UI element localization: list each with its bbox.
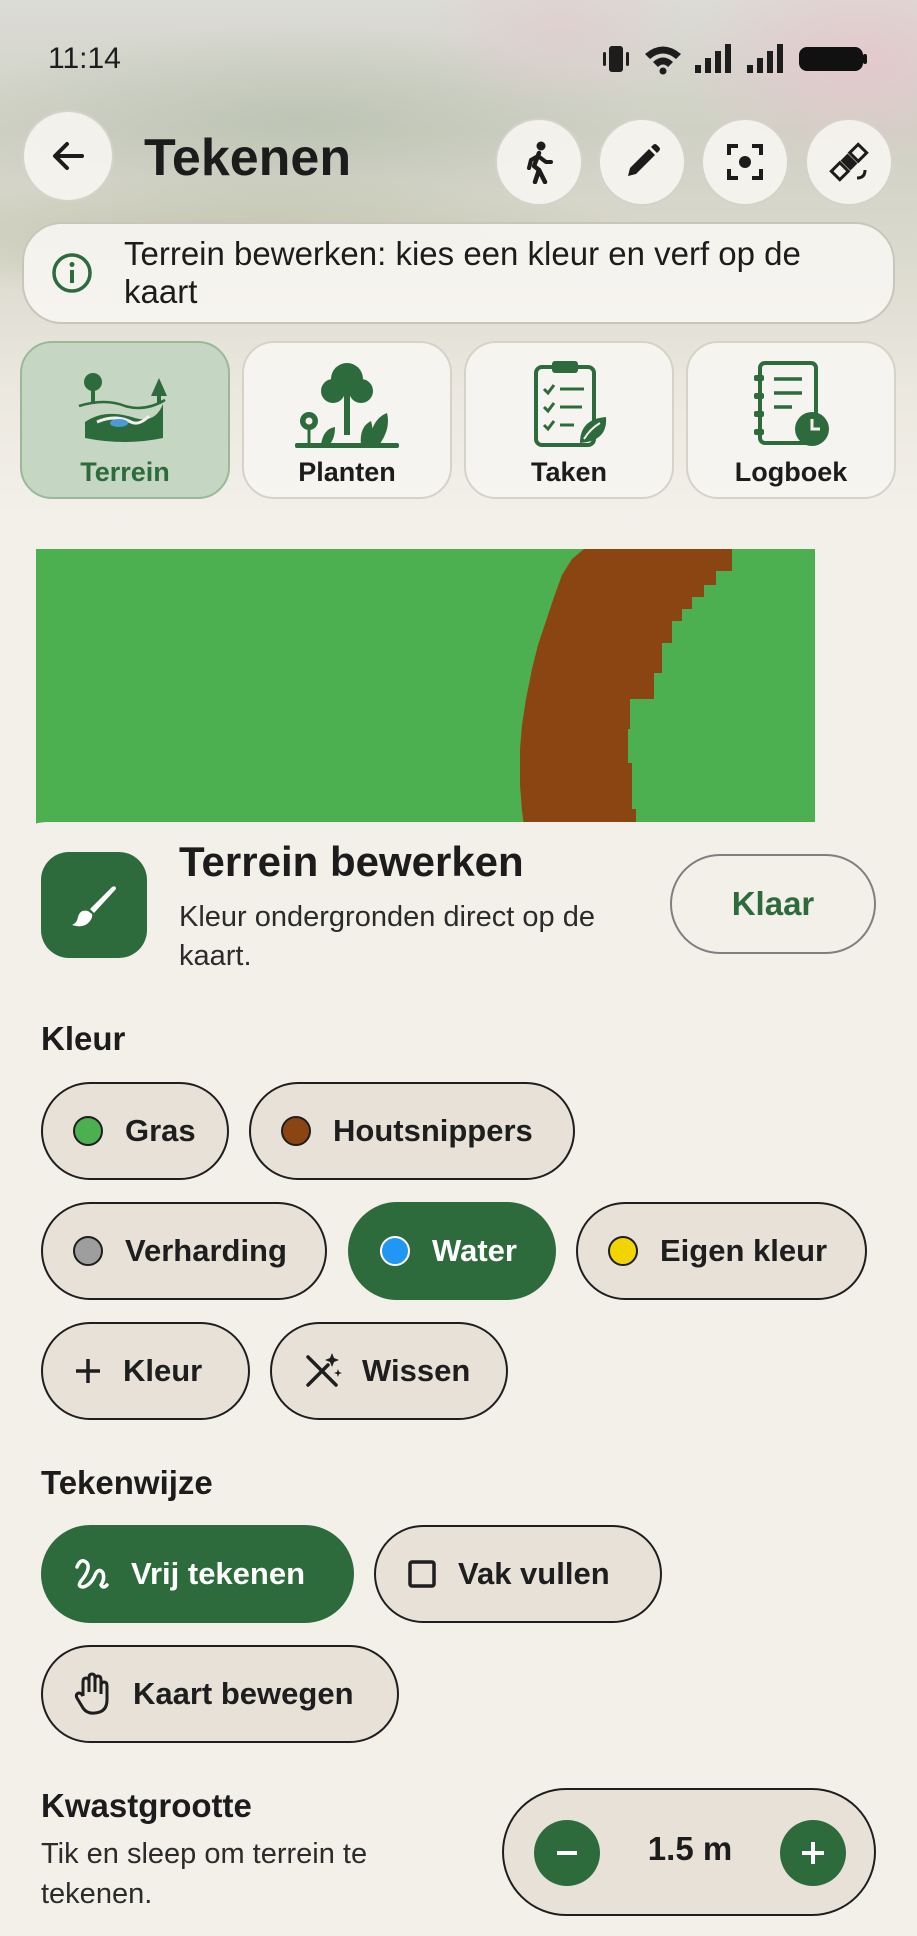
info-banner: Terrein bewerken: kies een kleur en verf… bbox=[22, 222, 895, 324]
status-icons bbox=[599, 43, 869, 75]
done-button[interactable]: Klaar bbox=[670, 854, 876, 954]
tab-planten[interactable]: Planten bbox=[242, 341, 452, 499]
swatch-dot bbox=[73, 1116, 103, 1146]
minus-icon bbox=[557, 1851, 577, 1855]
wand-off-icon bbox=[302, 1351, 342, 1391]
plus-icon bbox=[73, 1356, 103, 1386]
tab-label: Terrein bbox=[80, 457, 170, 487]
recenter-button[interactable] bbox=[701, 118, 789, 206]
chip-label: Vrij tekenen bbox=[131, 1556, 306, 1591]
color-chip-gras[interactable]: Gras bbox=[41, 1082, 229, 1180]
draw-mode-heading: Tekenwijze bbox=[41, 1464, 213, 1501]
squiggle-draw-icon bbox=[73, 1555, 111, 1593]
plants-icon bbox=[295, 363, 399, 448]
info-banner-text: Terrein bewerken: kies een kleur en verf… bbox=[124, 235, 801, 310]
terrain-map-canvas[interactable] bbox=[36, 549, 815, 839]
chip-label: Wissen bbox=[362, 1353, 471, 1388]
status-bar: 11:14 bbox=[0, 0, 917, 118]
color-chip-eigen-kleur[interactable]: Eigen kleur bbox=[576, 1202, 867, 1300]
swatch-dot bbox=[380, 1236, 410, 1266]
wifi-icon bbox=[645, 46, 681, 75]
color-chip-water[interactable]: Water bbox=[348, 1202, 556, 1300]
brush-size-value: 1.5 m bbox=[647, 1830, 733, 1867]
signal-icon-2 bbox=[747, 44, 783, 73]
tab-terrein[interactable]: Terrein bbox=[20, 341, 230, 499]
tab-label: Logboek bbox=[734, 457, 848, 487]
back-button[interactable] bbox=[22, 110, 114, 202]
walk-mode-button[interactable] bbox=[495, 118, 583, 206]
tab-label: Planten bbox=[298, 457, 396, 487]
tab-taken[interactable]: Taken bbox=[464, 341, 674, 499]
focus-target-icon bbox=[727, 144, 763, 180]
tool-description: Kleur ondergronden direct op de kaart. bbox=[179, 901, 595, 972]
fill-area-button[interactable]: Vak vullen bbox=[374, 1525, 662, 1623]
satellite-icon bbox=[829, 142, 869, 182]
add-color-button[interactable]: Kleur bbox=[41, 1322, 250, 1420]
brush-size-hint: Tik en sleep om terrein te tekenen. bbox=[41, 1838, 368, 1910]
swatch-dot bbox=[281, 1116, 311, 1146]
top-app-bar: Tekenen bbox=[20, 110, 897, 210]
chip-label: Houtsnippers bbox=[333, 1113, 533, 1148]
info-icon bbox=[52, 253, 92, 293]
battery-icon bbox=[799, 47, 867, 71]
square-outline-icon bbox=[406, 1558, 438, 1590]
plus-icon bbox=[802, 1842, 824, 1864]
status-time: 11:14 bbox=[48, 42, 121, 75]
chip-label: Vak vullen bbox=[458, 1556, 610, 1591]
edit-button[interactable] bbox=[598, 118, 686, 206]
color-chip-verharding[interactable]: Verharding bbox=[41, 1202, 327, 1300]
tab-label: Taken bbox=[530, 457, 608, 487]
paintbrush-icon bbox=[72, 886, 116, 927]
color-section-heading: Kleur bbox=[41, 1020, 126, 1057]
vibrate-icon bbox=[603, 46, 629, 72]
satellite-button[interactable] bbox=[805, 118, 893, 206]
hand-icon bbox=[73, 1672, 113, 1716]
brush-size-stepper: 1.5 m bbox=[502, 1788, 876, 1916]
chip-label: Kleur bbox=[123, 1353, 203, 1388]
walking-person-icon bbox=[527, 141, 553, 184]
chip-label: Water bbox=[432, 1233, 517, 1268]
pencil-icon bbox=[628, 144, 660, 176]
tool-badge bbox=[41, 852, 147, 958]
swatch-dot bbox=[73, 1236, 103, 1266]
tool-title: Terrein bewerken bbox=[179, 838, 524, 885]
pan-map-button[interactable]: Kaart bewegen bbox=[41, 1645, 399, 1743]
task-clipboard-icon bbox=[534, 361, 607, 447]
page-title: Tekenen bbox=[144, 129, 352, 187]
category-tabs: Terrein Planten Taken Logboek bbox=[20, 341, 897, 499]
terrain-icon bbox=[78, 373, 167, 442]
back-arrow-icon bbox=[53, 142, 84, 170]
chip-label: Gras bbox=[125, 1113, 196, 1148]
erase-button[interactable]: Wissen bbox=[270, 1322, 508, 1420]
chip-label: Verharding bbox=[125, 1233, 287, 1268]
brush-size-heading: Kwastgrootte bbox=[41, 1787, 252, 1824]
chip-label: Eigen kleur bbox=[660, 1233, 828, 1268]
decrease-brush-button[interactable] bbox=[534, 1820, 600, 1886]
color-chip-houtsnippers[interactable]: Houtsnippers bbox=[249, 1082, 575, 1180]
free-draw-button[interactable]: Vrij tekenen bbox=[41, 1525, 354, 1623]
increase-brush-button[interactable] bbox=[780, 1820, 846, 1886]
terrain-map-drawing bbox=[520, 549, 732, 839]
tab-logboek[interactable]: Logboek bbox=[686, 341, 896, 499]
chip-label: Kaart bewegen bbox=[133, 1676, 354, 1711]
signal-icon bbox=[695, 44, 731, 73]
woodchip-path bbox=[520, 549, 732, 839]
logbook-clock-icon bbox=[754, 361, 829, 446]
swatch-dot bbox=[608, 1236, 638, 1266]
